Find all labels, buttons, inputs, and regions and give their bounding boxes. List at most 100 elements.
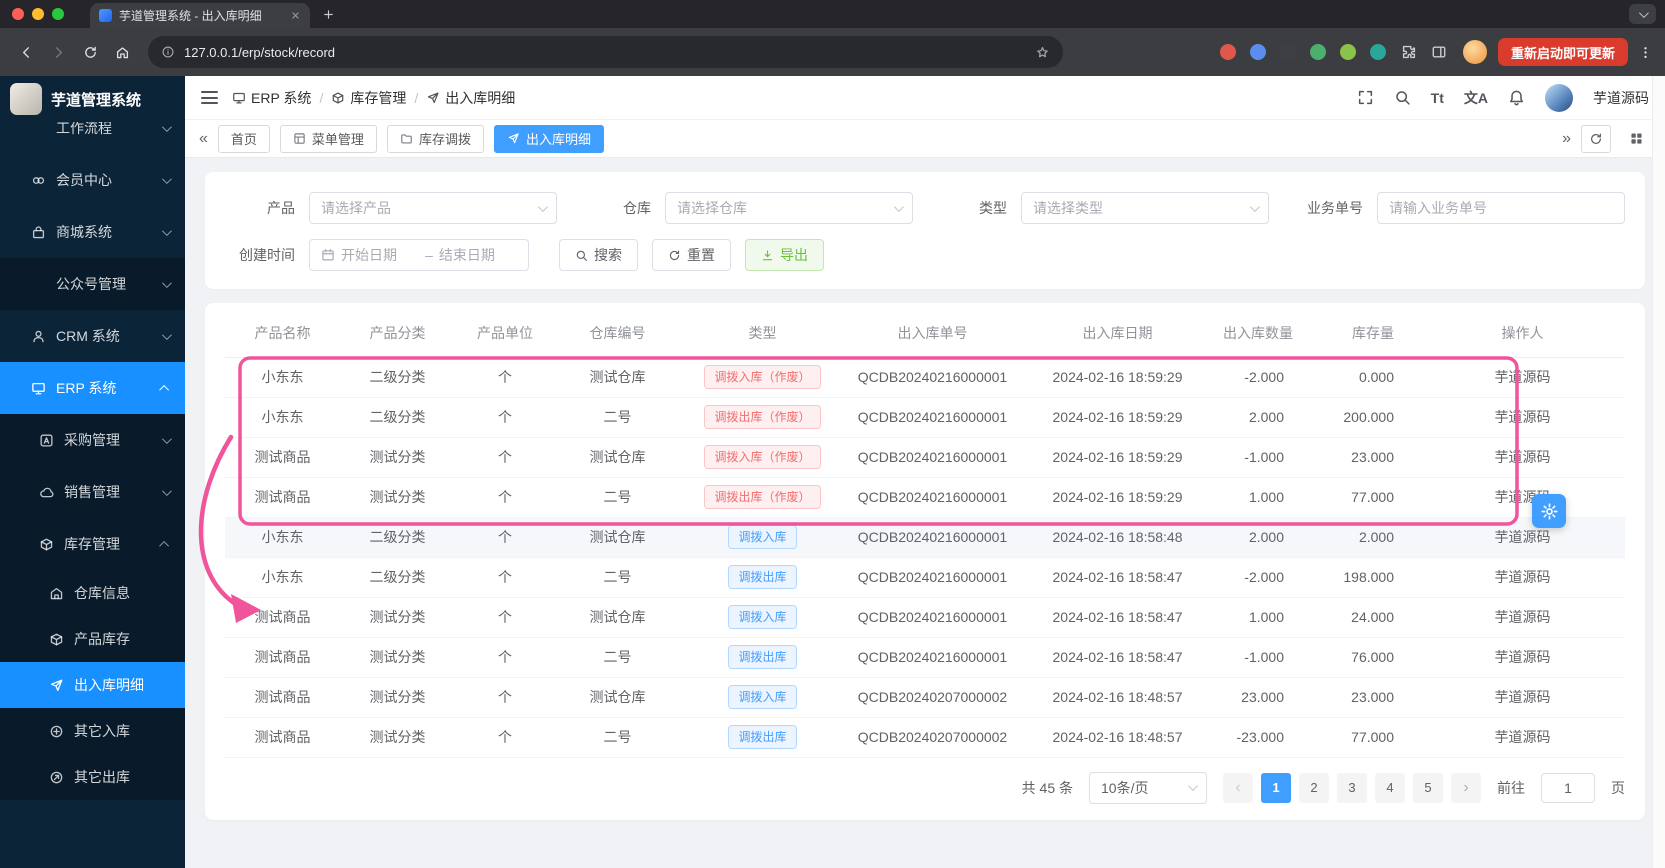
sidebar-collapse-icon[interactable]: [201, 91, 218, 104]
sidebar-item-10[interactable]: 仓库信息: [0, 570, 185, 616]
next-page-button[interactable]: ›: [1451, 772, 1481, 803]
back-button[interactable]: [12, 38, 40, 66]
sidebar-item-label: 会员中心: [56, 172, 112, 188]
tab-close-icon[interactable]: [290, 10, 301, 21]
extension-icon-2[interactable]: [1249, 44, 1266, 60]
sidebar-item-6[interactable]: ERP 系统: [0, 362, 185, 414]
page-button-3[interactable]: 3: [1337, 772, 1367, 803]
search-icon[interactable]: [1394, 89, 1411, 106]
warehouse-select[interactable]: 请选择仓库: [665, 192, 913, 224]
cell-unit: 个: [455, 357, 555, 398]
prev-page-button[interactable]: ‹: [1223, 772, 1253, 803]
sidebar-item-3[interactable]: 商城系统: [0, 206, 185, 258]
side-panel-icon[interactable]: [1431, 44, 1447, 60]
sidebar-item-2[interactable]: 会员中心: [0, 154, 185, 206]
refresh-page-button[interactable]: [1581, 124, 1611, 153]
page-scrollbar[interactable]: [1652, 76, 1665, 868]
cell-product: 测试商品: [225, 477, 340, 518]
page-button-5[interactable]: 5: [1413, 772, 1443, 803]
reset-button-label: 重置: [687, 247, 715, 263]
tabs-scroll-left-icon[interactable]: «: [199, 130, 208, 147]
font-size-icon[interactable]: Tt: [1431, 90, 1444, 106]
sidebar-item-9[interactable]: 库存管理: [0, 518, 185, 570]
sidebar-item-13[interactable]: 其它入库: [0, 708, 185, 754]
reload-button[interactable]: [76, 38, 104, 66]
order-no-input[interactable]: 请输入业务单号: [1377, 192, 1625, 224]
page-tabbar: « 首页 菜单管理 库存调拨 出入库明细 »: [185, 120, 1665, 158]
window-close-button[interactable]: [12, 8, 24, 20]
extension-icon-6[interactable]: [1369, 44, 1386, 60]
table-row-1: 小东东 二级分类个测试仓库 调拨入库（作废） QCDB20240216000001 20…: [225, 357, 1625, 398]
cell-stock: 23.000: [1310, 677, 1420, 718]
cell-category: 二级分类: [340, 517, 455, 558]
cell-type: 调拨入库: [680, 597, 845, 638]
sidebar-item-14[interactable]: 其它出库: [0, 754, 185, 800]
chevron-down-icon: [161, 485, 172, 496]
page-size-select[interactable]: 10条/页: [1089, 771, 1207, 804]
home-button[interactable]: [108, 38, 136, 66]
page-button-2[interactable]: 2: [1299, 772, 1329, 803]
forward-button[interactable]: [44, 38, 72, 66]
table-row-2: 小东东 二级分类个二号 调拨出库（作废） QCDB20240216000001 2024…: [225, 397, 1625, 438]
search-button[interactable]: 搜索: [559, 239, 638, 271]
chevron-down-icon: [161, 433, 172, 444]
site-info-icon[interactable]: [161, 45, 175, 59]
main-area: ERP 系统 / 库存管理 / 出入库明细 Tt 文A 芋道源码 « 首页 菜单管理 库存调…: [185, 76, 1665, 868]
window-zoom-button[interactable]: [52, 8, 64, 20]
product-filter: 产品 请选择产品: [225, 192, 557, 224]
tab-search-button[interactable]: [1629, 4, 1656, 24]
sidebar-item-4[interactable]: 公众号管理: [0, 258, 185, 310]
sidebar-item-5[interactable]: CRM 系统: [0, 310, 185, 362]
table-row-6: 小东东 二级分类个二号 调拨出库 QCDB20240216000001 2024-02-…: [225, 557, 1625, 598]
sidebar-item-label: 产品库存: [74, 631, 130, 647]
address-bar[interactable]: 127.0.0.1/erp/stock/record: [148, 36, 1063, 68]
extension-icon-5[interactable]: [1339, 44, 1356, 60]
page-tab-2[interactable]: 菜单管理: [279, 124, 377, 153]
sidebar-item-8[interactable]: 销售管理: [0, 466, 185, 518]
translate-icon[interactable]: 文A: [1464, 88, 1488, 108]
type-select[interactable]: 请选择类型: [1021, 192, 1269, 224]
product-select[interactable]: 请选择产品: [309, 192, 557, 224]
extension-icon-4[interactable]: [1309, 44, 1326, 60]
page-tab-3[interactable]: 库存调拨: [386, 124, 484, 153]
breadcrumb-item-3[interactable]: 出入库明细: [426, 88, 515, 108]
notification-bell-icon[interactable]: [1508, 89, 1525, 106]
cell-qty: -2.000: [1215, 357, 1310, 398]
reset-button[interactable]: 重置: [652, 239, 731, 271]
breadcrumb-item-2[interactable]: 库存管理: [331, 88, 406, 108]
browser-tab[interactable]: 芋道管理系统 - 出入库明细: [90, 3, 310, 28]
fullscreen-icon[interactable]: [1357, 89, 1374, 106]
window-minimize-button[interactable]: [32, 8, 44, 20]
browser-menu-icon[interactable]: [1638, 45, 1653, 60]
export-button[interactable]: 导出: [745, 239, 824, 271]
sidebar-item-label: 其它出库: [74, 769, 130, 785]
cell-operator: 芋道源码: [1420, 717, 1625, 758]
goto-page-input[interactable]: [1541, 772, 1595, 803]
browser-update-button[interactable]: 重新启动即可更新: [1497, 38, 1628, 66]
product-select-placeholder: 请选择产品: [321, 200, 391, 216]
breadcrumb-item-1[interactable]: ERP 系统: [232, 88, 311, 108]
cell-order-no: QCDB20240207000002: [845, 677, 1020, 718]
username[interactable]: 芋道源码: [1593, 88, 1649, 108]
sidebar-item-11[interactable]: 产品库存: [0, 616, 185, 662]
user-avatar[interactable]: [1545, 83, 1573, 112]
sidebar-item-7[interactable]: 采购管理: [0, 414, 185, 466]
extension-icon-3[interactable]: [1279, 44, 1296, 60]
extensions-puzzle-icon[interactable]: [1401, 44, 1417, 60]
page-tab-4[interactable]: 出入库明细: [493, 124, 604, 153]
new-tab-button[interactable]: [322, 8, 335, 21]
layout-grid-button[interactable]: [1621, 125, 1651, 153]
date-range-picker[interactable]: 开始日期 – 结束日期: [309, 239, 529, 271]
bookmark-star-icon[interactable]: [1035, 45, 1050, 60]
page-tab-1[interactable]: 首页: [217, 124, 270, 153]
extension-icon-1[interactable]: [1219, 44, 1236, 60]
theme-settings-button[interactable]: [1532, 494, 1566, 528]
table-body: 小东东 二级分类个测试仓库 调拨入库（作废） QCDB20240216000001 20…: [225, 357, 1625, 758]
app-logo[interactable]: 芋道管理系统: [0, 76, 185, 122]
page-button-1[interactable]: 1: [1261, 772, 1291, 803]
sidebar-item-12[interactable]: 出入库明细: [0, 662, 185, 708]
cell-qty: 2.000: [1215, 517, 1310, 558]
browser-profile-avatar[interactable]: [1462, 40, 1487, 64]
tabs-scroll-right-icon[interactable]: »: [1562, 130, 1571, 147]
page-button-4[interactable]: 4: [1375, 772, 1405, 803]
